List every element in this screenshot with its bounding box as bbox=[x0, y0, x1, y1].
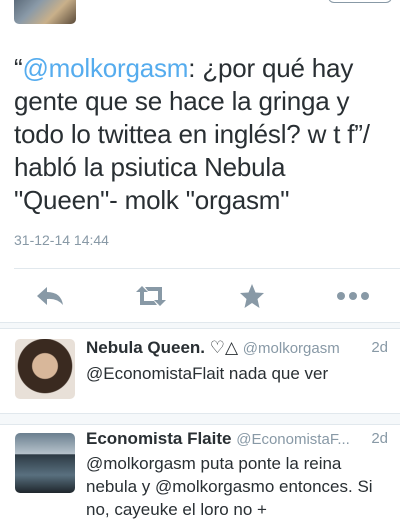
retweet-button[interactable] bbox=[131, 276, 171, 316]
reply-button[interactable] bbox=[30, 276, 70, 316]
follow-button[interactable] bbox=[328, 0, 392, 3]
tweet-text: “@molkorgasm: ¿por qué hay gente que se … bbox=[14, 52, 390, 217]
more-icon bbox=[337, 292, 369, 300]
tweet-timestamp: 31-12-14 14:44 bbox=[14, 232, 109, 248]
reply-text: @molkorgasm puta ponte la reina nebula y… bbox=[86, 454, 373, 519]
tweet-mention-link[interactable]: @molkorgasm bbox=[22, 53, 188, 83]
author-name: Nebula Queen. ♡△ bbox=[86, 338, 239, 357]
reply-icon bbox=[37, 287, 63, 305]
avatar[interactable] bbox=[15, 339, 75, 399]
section-separator bbox=[0, 322, 400, 329]
avatar[interactable] bbox=[15, 433, 75, 493]
reply-tweet[interactable]: Economista Flaite @EconomistaF... 2d @mo… bbox=[0, 425, 400, 519]
section-separator bbox=[0, 413, 400, 425]
author-handle: @molkorgasm bbox=[242, 340, 340, 357]
main-tweet: “@molkorgasm: ¿por qué hay gente que se … bbox=[0, 0, 400, 322]
author-avatar[interactable] bbox=[14, 0, 76, 24]
reply-text: @EconomistaFlait nada que ver bbox=[86, 364, 329, 383]
author-name: Economista Flaite bbox=[86, 429, 232, 448]
reply-author[interactable]: Nebula Queen. ♡△ @molkorgasm bbox=[86, 338, 340, 358]
divider bbox=[14, 268, 400, 269]
author-handle: @EconomistaF... bbox=[236, 431, 350, 448]
reply-tweet[interactable]: Nebula Queen. ♡△ @molkorgasm 2d @Economi… bbox=[0, 329, 400, 413]
reply-author[interactable]: Economista Flaite @EconomistaF... bbox=[86, 429, 350, 449]
retweet-icon bbox=[136, 286, 166, 306]
reply-time: 2d bbox=[371, 430, 388, 447]
star-icon bbox=[240, 284, 264, 308]
tweet-actions bbox=[0, 276, 400, 316]
more-button[interactable] bbox=[333, 276, 373, 316]
favorite-button[interactable] bbox=[232, 276, 272, 316]
reply-time: 2d bbox=[371, 339, 388, 356]
